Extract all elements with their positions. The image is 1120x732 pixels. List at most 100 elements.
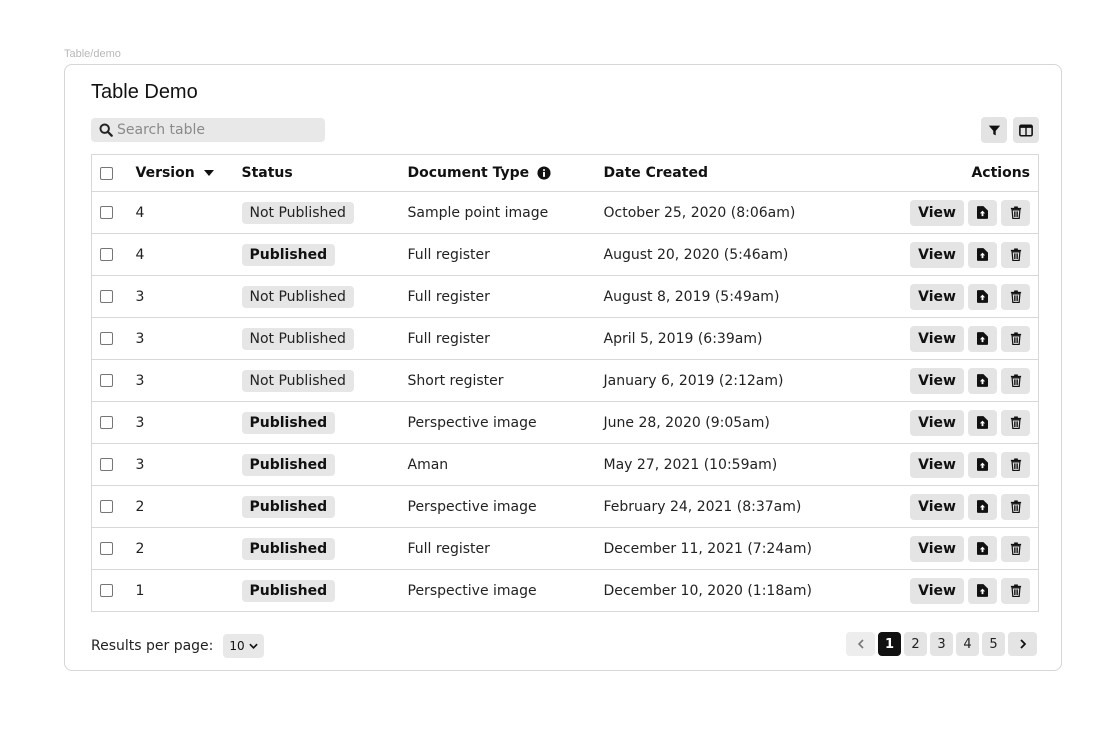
actions-cell: View bbox=[838, 402, 1039, 444]
delete-button[interactable] bbox=[1001, 451, 1030, 478]
results-per-page-label: Results per page: bbox=[91, 638, 214, 654]
view-button[interactable]: View bbox=[910, 367, 964, 394]
status-badge: Published bbox=[241, 411, 336, 434]
page-5-button[interactable]: 5 bbox=[982, 632, 1005, 656]
column-header-status[interactable]: Status bbox=[242, 155, 408, 192]
select-all-checkbox[interactable] bbox=[100, 166, 113, 180]
previous-page-button[interactable] bbox=[846, 632, 875, 656]
status-badge: Not Published bbox=[241, 201, 354, 224]
row-checkbox[interactable] bbox=[100, 332, 113, 345]
date-created-cell: August 20, 2020 (5:46am) bbox=[603, 246, 789, 263]
row-checkbox[interactable] bbox=[100, 542, 113, 555]
upload-file-button[interactable] bbox=[968, 283, 997, 310]
row-select-cell bbox=[92, 234, 136, 276]
upload-file-button[interactable] bbox=[968, 241, 997, 268]
next-page-button[interactable] bbox=[1008, 632, 1037, 656]
delete-button[interactable] bbox=[1001, 493, 1030, 520]
search-box[interactable] bbox=[91, 118, 325, 142]
view-button[interactable]: View bbox=[910, 199, 964, 226]
page-3-button[interactable]: 3 bbox=[930, 632, 953, 656]
table-header-row: Version Status Document Type Date Create… bbox=[91, 155, 1039, 192]
file-upload-icon bbox=[977, 584, 988, 597]
upload-file-button[interactable] bbox=[968, 577, 997, 604]
row-checkbox[interactable] bbox=[100, 374, 113, 387]
search-input[interactable] bbox=[117, 122, 317, 138]
upload-file-button[interactable] bbox=[968, 325, 997, 352]
filter-button[interactable] bbox=[981, 117, 1007, 143]
trash-icon bbox=[1010, 416, 1021, 429]
status-badge: Published bbox=[241, 537, 336, 560]
view-button[interactable]: View bbox=[910, 283, 964, 310]
version-cell: 3 bbox=[135, 456, 145, 473]
upload-file-button[interactable] bbox=[968, 199, 997, 226]
file-upload-icon bbox=[977, 500, 988, 513]
delete-button[interactable] bbox=[1001, 325, 1030, 352]
row-checkbox[interactable] bbox=[100, 500, 113, 513]
status-badge: Not Published bbox=[241, 369, 354, 392]
date-created-cell: June 28, 2020 (9:05am) bbox=[603, 414, 770, 431]
trash-icon bbox=[1010, 584, 1021, 597]
column-header-version[interactable]: Version bbox=[136, 155, 242, 192]
info-icon[interactable] bbox=[537, 166, 551, 180]
view-button[interactable]: View bbox=[910, 325, 964, 352]
status-badge: Published bbox=[241, 579, 336, 602]
actions-cell: View bbox=[838, 570, 1039, 612]
actions-cell: View bbox=[838, 234, 1039, 276]
page-4-button[interactable]: 4 bbox=[956, 632, 979, 656]
version-cell: 3 bbox=[135, 372, 145, 389]
table-row: 4 Not Published Sample point image October … bbox=[91, 192, 1039, 234]
delete-button[interactable] bbox=[1001, 535, 1030, 562]
chevron-right-icon bbox=[1019, 639, 1026, 649]
page-title: Table Demo bbox=[91, 81, 198, 103]
page-1-button[interactable]: 1 bbox=[878, 632, 901, 656]
delete-button[interactable] bbox=[1001, 241, 1030, 268]
row-checkbox[interactable] bbox=[100, 416, 113, 429]
view-button[interactable]: View bbox=[910, 409, 964, 436]
row-select-cell bbox=[92, 318, 136, 360]
row-checkbox[interactable] bbox=[100, 584, 113, 597]
results-per-page-value: 10 bbox=[229, 639, 245, 653]
delete-button[interactable] bbox=[1001, 367, 1030, 394]
view-button[interactable]: View bbox=[910, 577, 964, 604]
row-checkbox[interactable] bbox=[100, 206, 113, 219]
page-2-button[interactable]: 2 bbox=[904, 632, 927, 656]
view-button[interactable]: View bbox=[910, 451, 964, 478]
row-checkbox[interactable] bbox=[100, 290, 113, 303]
delete-button[interactable] bbox=[1001, 409, 1030, 436]
column-header-document-type[interactable]: Document Type bbox=[408, 155, 604, 192]
trash-icon bbox=[1010, 458, 1021, 471]
row-checkbox[interactable] bbox=[100, 248, 113, 261]
results-per-page-select[interactable]: 10 bbox=[223, 634, 264, 658]
delete-button[interactable] bbox=[1001, 283, 1030, 310]
upload-file-button[interactable] bbox=[968, 409, 997, 436]
column-header-date-created[interactable]: Date Created bbox=[604, 155, 838, 192]
date-created-cell: February 24, 2021 (8:37am) bbox=[603, 498, 802, 515]
status-cell: Not Published bbox=[241, 360, 408, 402]
actions-cell: View bbox=[838, 528, 1039, 570]
document-type-cell: Perspective image bbox=[407, 498, 537, 515]
version-cell: 1 bbox=[135, 582, 145, 599]
document-type-cell: Perspective image bbox=[407, 414, 537, 431]
view-button[interactable]: View bbox=[910, 241, 964, 268]
filter-icon bbox=[988, 125, 1000, 135]
upload-file-button[interactable] bbox=[968, 367, 997, 394]
row-checkbox[interactable] bbox=[100, 458, 113, 471]
upload-file-button[interactable] bbox=[968, 535, 997, 562]
view-button[interactable]: View bbox=[910, 535, 964, 562]
table-row: 3 Not Published Full register April 5, 2019… bbox=[91, 318, 1039, 360]
table-card: Table Demo Version bbox=[64, 64, 1062, 671]
version-cell: 3 bbox=[135, 330, 145, 347]
upload-file-button[interactable] bbox=[968, 451, 997, 478]
status-cell: Not Published bbox=[241, 276, 408, 318]
status-cell: Not Published bbox=[241, 192, 408, 234]
view-button[interactable]: View bbox=[910, 493, 964, 520]
delete-button[interactable] bbox=[1001, 577, 1030, 604]
delete-button[interactable] bbox=[1001, 199, 1030, 226]
document-type-cell: Aman bbox=[407, 456, 449, 473]
version-cell: 3 bbox=[135, 414, 145, 431]
file-upload-icon bbox=[977, 374, 988, 387]
row-select-cell bbox=[92, 276, 136, 318]
columns-button[interactable] bbox=[1013, 117, 1039, 143]
upload-file-button[interactable] bbox=[968, 493, 997, 520]
chevron-left-icon bbox=[857, 639, 864, 649]
